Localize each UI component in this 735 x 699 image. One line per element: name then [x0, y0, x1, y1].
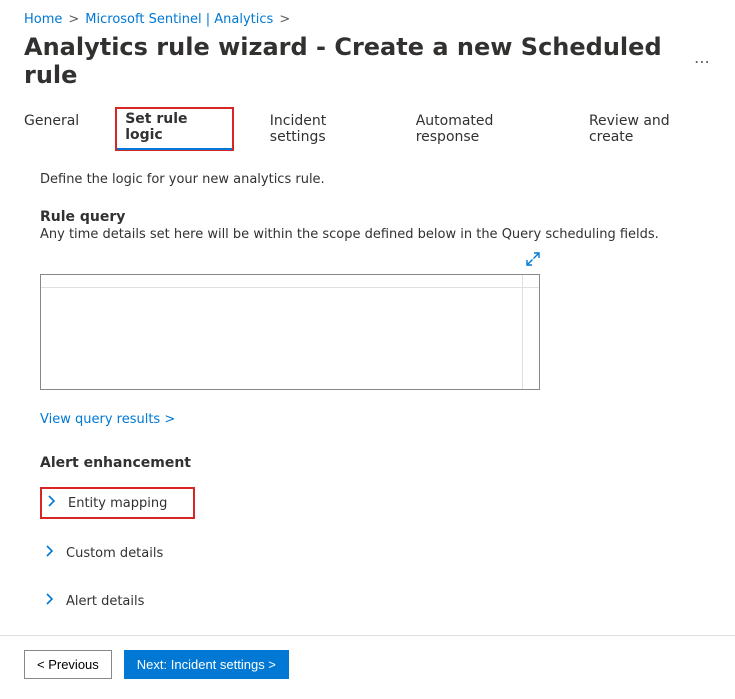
page-title: Analytics rule wizard - Create a new Sch…	[24, 33, 711, 89]
chevron-right-icon	[44, 545, 56, 561]
rule-query-heading: Rule query	[40, 209, 711, 225]
alert-enhancement-heading: Alert enhancement	[40, 455, 711, 471]
rule-query-editor[interactable]	[40, 274, 540, 390]
accordion-label: Entity mapping	[68, 496, 167, 511]
breadcrumb-home[interactable]: Home	[24, 12, 62, 27]
expand-query-icon[interactable]	[522, 248, 544, 274]
breadcrumb-separator: >	[279, 12, 290, 27]
breadcrumb-separator: >	[68, 12, 79, 27]
chevron-right-icon	[44, 593, 56, 609]
footer-divider	[0, 635, 735, 636]
rule-query-subtext: Any time details set here will be within…	[40, 227, 711, 242]
next-button[interactable]: Next: Incident settings >	[124, 650, 289, 679]
view-query-results-link[interactable]: View query results >	[40, 412, 175, 427]
tab-incident-settings[interactable]: Incident settings	[270, 107, 380, 151]
more-actions-icon[interactable]: ⋯	[694, 52, 711, 71]
breadcrumb: Home > Microsoft Sentinel | Analytics >	[24, 12, 711, 27]
accordion-label: Alert details	[66, 594, 144, 609]
wizard-tabs: General Set rule logic Incident settings…	[24, 107, 711, 152]
wizard-footer: < Previous Next: Incident settings >	[0, 650, 735, 699]
accordion-entity-mapping[interactable]: Entity mapping	[40, 487, 195, 519]
tab-automated-response[interactable]: Automated response	[416, 107, 553, 151]
tab-set-rule-logic[interactable]: Set rule logic	[115, 107, 234, 151]
accordion-alert-details[interactable]: Alert details	[40, 587, 148, 615]
accordion-label: Custom details	[66, 546, 163, 561]
tab-general[interactable]: General	[24, 107, 79, 151]
intro-text: Define the logic for your new analytics …	[40, 172, 711, 187]
breadcrumb-sentinel-analytics[interactable]: Microsoft Sentinel | Analytics	[85, 12, 273, 27]
previous-button[interactable]: < Previous	[24, 650, 112, 679]
tab-review-and-create[interactable]: Review and create	[589, 107, 711, 151]
chevron-right-icon	[46, 495, 58, 511]
accordion-custom-details[interactable]: Custom details	[40, 539, 167, 567]
